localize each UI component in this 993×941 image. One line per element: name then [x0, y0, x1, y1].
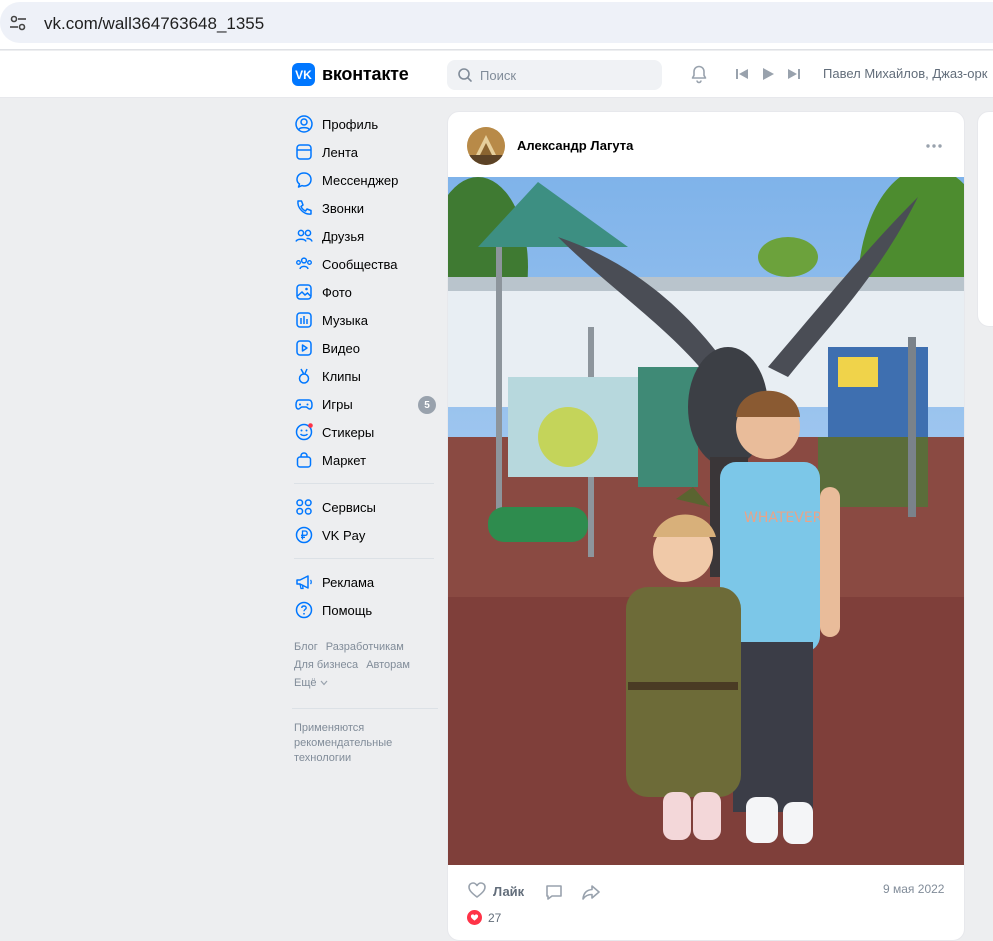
heart-reaction-icon — [467, 910, 482, 925]
comment-icon[interactable] — [544, 882, 564, 902]
footer-links: Блог Разработчикам Для бизнеса Авторам Ещё — [294, 638, 442, 692]
audio-player-controls — [734, 66, 802, 82]
site-settings-icon[interactable] — [8, 13, 28, 33]
previous-track-icon[interactable] — [734, 66, 750, 82]
svg-text:WHATEVER: WHATEVER — [744, 510, 823, 526]
sidebar-item-messenger[interactable]: Мессенджер — [292, 166, 442, 194]
sidebar-item-label: Клипы — [322, 368, 361, 384]
ruble-icon — [294, 525, 314, 545]
browser-address-bar: vk.com/wall364763648_1355 — [0, 0, 993, 50]
like-label: Лайк — [493, 884, 525, 899]
more-options-icon[interactable] — [924, 139, 944, 151]
help-icon — [294, 600, 314, 620]
search-input[interactable] — [480, 67, 650, 83]
vk-logo-text: вконтакте — [322, 64, 409, 84]
play-icon[interactable] — [760, 66, 776, 82]
right-side-widget — [977, 111, 993, 327]
sidebar-item-label: Звонки — [322, 200, 364, 216]
url-field[interactable]: vk.com/wall364763648_1355 — [0, 2, 993, 43]
sidebar-item-phone[interactable]: Звонки — [292, 194, 442, 222]
sidebar-item-label: Сообщества — [322, 256, 398, 272]
search-box[interactable] — [447, 60, 662, 90]
megaphone-icon — [294, 572, 314, 592]
like-button[interactable]: Лайк — [467, 880, 524, 903]
phone-icon — [294, 198, 314, 218]
author-avatar[interactable] — [467, 127, 505, 165]
nav-divider — [294, 558, 434, 559]
sidebar-item-photo[interactable]: Фото — [292, 278, 442, 306]
left-sidebar-nav: Профиль Лента Мессенджер Звонки Друзья Сообще… — [292, 110, 442, 766]
recommendation-tech-notice[interactable]: Применяются рекомендательные технологии — [294, 721, 414, 766]
sidebar-item-sticker[interactable]: Стикеры — [292, 418, 442, 446]
sidebar-item-megaphone[interactable]: Реклама — [292, 568, 442, 596]
vk-logo[interactable]: VK вконтакте — [292, 63, 409, 86]
sidebar-item-profile[interactable]: Профиль — [292, 110, 442, 138]
communities-icon — [294, 254, 314, 274]
chevron-down-icon — [320, 677, 328, 689]
clips-icon — [294, 366, 314, 386]
sidebar-item-label: Фото — [322, 284, 352, 300]
sidebar-item-services[interactable]: Сервисы — [292, 493, 442, 521]
url-text[interactable]: vk.com/wall364763648_1355 — [44, 14, 264, 34]
reactions-summary[interactable]: 27 — [467, 910, 501, 925]
photo-icon — [294, 282, 314, 302]
heart-outline-icon — [467, 880, 487, 903]
nav-divider — [292, 708, 438, 709]
video-icon — [294, 338, 314, 358]
sidebar-item-music[interactable]: Музыка — [292, 306, 442, 334]
sidebar-item-video[interactable]: Видео — [292, 334, 442, 362]
sidebar-item-gamepad[interactable]: Игры 5 — [292, 390, 442, 418]
notifications-bell-icon[interactable] — [689, 64, 709, 84]
sidebar-item-friends[interactable]: Друзья — [292, 222, 442, 250]
sidebar-item-shopping-bag[interactable]: Маркет — [292, 446, 442, 474]
post-date[interactable]: 9 мая 2022 — [883, 882, 944, 896]
services-icon — [294, 497, 314, 517]
footer-more-label: Ещё — [294, 677, 317, 689]
shopping-bag-icon — [294, 450, 314, 470]
sidebar-item-help[interactable]: Помощь — [292, 596, 442, 624]
sidebar-item-label: Маркет — [322, 452, 367, 468]
post-author-name[interactable]: Александр Лагута — [517, 138, 633, 153]
footer-link-blog[interactable]: Блог — [294, 641, 318, 653]
footer-link-business[interactable]: Для бизнеса — [294, 659, 358, 671]
post-photo[interactable]: WHATEVER — [448, 177, 964, 865]
sidebar-item-label: Игры — [322, 396, 353, 412]
sidebar-item-label: Мессенджер — [322, 172, 399, 188]
sticker-icon — [294, 422, 314, 442]
sidebar-item-label: Лента — [322, 144, 358, 160]
sidebar-item-label: Сервисы — [322, 499, 376, 515]
friends-icon — [294, 226, 314, 246]
music-icon — [294, 310, 314, 330]
messenger-icon — [294, 170, 314, 190]
reaction-count: 27 — [488, 910, 502, 925]
sidebar-item-ruble[interactable]: VK Pay — [292, 521, 442, 549]
now-playing-track[interactable]: Павел Михайлов, Джаз-орк — [823, 66, 987, 81]
sidebar-item-label: Видео — [322, 340, 360, 356]
sidebar-item-label: VK Pay — [322, 527, 366, 543]
footer-link-authors[interactable]: Авторам — [366, 659, 410, 671]
sidebar-item-label: Помощь — [322, 602, 373, 618]
sidebar-item-clips[interactable]: Клипы — [292, 362, 442, 390]
sidebar-item-label: Стикеры — [322, 424, 375, 440]
footer-link-developers[interactable]: Разработчикам — [326, 641, 404, 653]
counter-badge: 5 — [418, 396, 436, 414]
profile-icon — [294, 114, 314, 134]
share-icon[interactable] — [581, 882, 601, 902]
sidebar-item-label: Музыка — [322, 312, 368, 328]
next-track-icon[interactable] — [786, 66, 802, 82]
sidebar-item-label: Профиль — [322, 116, 379, 132]
feed-icon — [294, 142, 314, 162]
post-actions: Лайк — [467, 880, 601, 903]
wall-post: Александр Лагута WHATEVER Лайк 9 мая 202… — [447, 111, 965, 941]
sidebar-item-communities[interactable]: Сообщества — [292, 250, 442, 278]
footer-link-more[interactable]: Ещё — [294, 677, 328, 689]
vk-logo-badge: VK — [292, 63, 315, 86]
nav-divider — [294, 483, 434, 484]
gamepad-icon — [294, 394, 314, 414]
vk-top-header: VK вконтакте Павел Михайлов, Джаз-орк — [0, 51, 993, 98]
sidebar-item-label: Друзья — [322, 228, 365, 244]
sidebar-item-feed[interactable]: Лента — [292, 138, 442, 166]
sidebar-item-label: Реклама — [322, 574, 375, 590]
search-icon — [457, 67, 473, 83]
